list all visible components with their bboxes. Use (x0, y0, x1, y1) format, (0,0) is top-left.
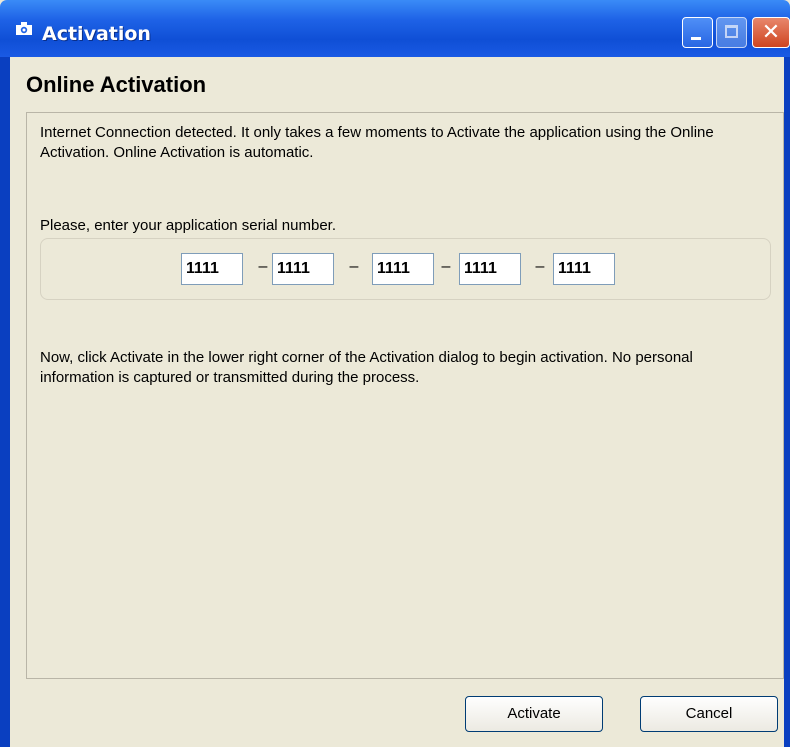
serial-field-2[interactable] (272, 253, 334, 285)
serial-separator: – (258, 258, 268, 275)
serial-prompt: Please, enter your application serial nu… (40, 217, 337, 234)
cancel-button[interactable]: Cancel (640, 696, 778, 732)
minimize-icon (691, 37, 701, 40)
minimize-button[interactable] (682, 17, 713, 48)
close-icon: ✕ (761, 20, 781, 45)
activate-button[interactable]: Activate (465, 696, 603, 732)
page-title: Online Activation (26, 72, 207, 97)
serial-separator: – (349, 258, 359, 275)
intro-text: Internet Connection detected. It only ta… (40, 124, 714, 161)
camera-icon (16, 22, 32, 35)
serial-field-5[interactable] (553, 253, 615, 285)
window-frame-left (0, 57, 10, 747)
content-panel (26, 112, 784, 679)
serial-field-3[interactable] (372, 253, 434, 285)
close-button[interactable]: ✕ (752, 17, 790, 48)
activation-window: Activation ✕ Online Activation Internet … (0, 0, 790, 747)
window-title: Activation (42, 23, 151, 45)
window-frame-right (784, 57, 790, 747)
serial-field-1[interactable] (181, 253, 243, 285)
serial-separator: – (441, 258, 451, 275)
title-bar[interactable]: Activation ✕ (0, 0, 790, 57)
maximize-icon (725, 25, 738, 38)
instructions-text: Now, click Activate in the lower right c… (40, 349, 693, 386)
serial-separator: – (535, 258, 545, 275)
serial-field-4[interactable] (459, 253, 521, 285)
maximize-button[interactable] (716, 17, 747, 48)
